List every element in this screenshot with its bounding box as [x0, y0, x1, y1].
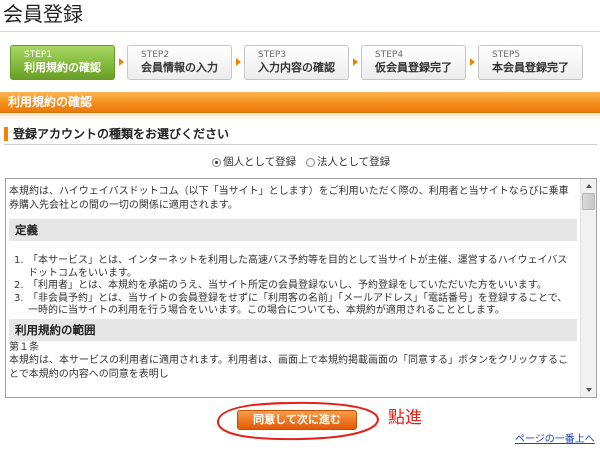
back-to-top-link[interactable]: ページの一番上へ [515, 433, 595, 446]
step-label: 利用規約の確認 [24, 61, 101, 74]
list-item-number: 3. [14, 292, 24, 304]
step-number: STEP2 [141, 50, 170, 60]
list-item: 2. 「利用者」とは、本規約を承諾のうえ、当サイト所定の会員登録ないし、予約登録… [9, 280, 577, 293]
terms-scroll-box[interactable]: 本規約は、ハイウェイバスドットコム（以下「当サイト」とします）をご利用いただく際… [5, 178, 597, 398]
definitions-list: 1. 「本サービス」とは、インターネットを利用した高速バス予約等を目的として当サ… [9, 255, 577, 318]
step-arrow-icon [236, 58, 241, 66]
radio-corporate[interactable]: 法人として登録 [306, 155, 390, 169]
step-number: STEP3 [258, 50, 287, 60]
step-arrow-icon [470, 58, 475, 66]
scroll-up-arrow-icon [585, 184, 592, 188]
annotation-text: 點進 [388, 408, 422, 428]
agree-and-next-button[interactable]: 同意して次に進む [237, 410, 357, 430]
step-number: STEP1 [24, 50, 53, 60]
step-number: STEP5 [492, 50, 521, 60]
page-title: 会員登録 [3, 2, 83, 26]
list-item-number: 2. [14, 280, 24, 291]
scroll-up-button[interactable] [581, 179, 596, 193]
title-divider [0, 31, 600, 32]
step-arrow-icon [353, 58, 358, 66]
account-type-heading: 登録アカウントの種類をお選びください [4, 126, 597, 145]
step-1: STEP1 利用規約の確認 [10, 45, 115, 80]
scroll-down-button[interactable] [581, 383, 596, 397]
definitions-heading: 定義 [9, 219, 577, 241]
radio-corporate-label[interactable]: 法人として登録 [317, 155, 390, 169]
list-item-text: 「本サービス」とは、インターネットを利用した高速バス予約等を目的として当サイトが… [28, 255, 568, 279]
step-number: STEP4 [375, 50, 404, 60]
list-item-number: 1. [14, 255, 24, 266]
step-3: STEP3 入力内容の確認 [244, 45, 349, 80]
list-item: 1. 「本サービス」とは、インターネットを利用した高速バス予約等を目的として当サ… [9, 255, 577, 280]
radio-individual[interactable]: 個人として登録 [212, 155, 296, 169]
section-header-bar: 利用規約の確認 [0, 92, 600, 113]
section-bar-shadow [0, 113, 600, 121]
radio-individual-label[interactable]: 個人として登録 [223, 155, 296, 169]
step-indicator: STEP1 利用規約の確認 STEP2 会員情報の入力 STEP3 入力内容の確… [10, 45, 585, 80]
scope-text: 本規約は、本サービスの利用者に適用されます。利用者は、画面上で本規約掲載画面の「… [9, 354, 568, 380]
radio-button-icon[interactable] [212, 157, 221, 167]
step-label: 入力内容の確認 [258, 61, 335, 74]
section-header-title: 利用規約の確認 [8, 95, 93, 109]
radio-button-icon[interactable] [306, 157, 315, 167]
step-2: STEP2 会員情報の入力 [127, 45, 232, 80]
account-type-heading-text: 登録アカウントの種類をお選びください [13, 127, 230, 141]
step-label: 本会員登録完了 [492, 61, 569, 74]
step-label: 仮会員登録完了 [375, 61, 452, 74]
list-item: 3. 「非会員予約」とは、当サイトの会員登録をせずに「利用客の名前」「メールアド… [9, 293, 577, 318]
heading-marker-icon [4, 127, 8, 141]
scrollbar-thumb[interactable] [582, 193, 595, 210]
step-5: STEP5 本会員登録完了 [478, 45, 583, 80]
list-item-text: 「利用者」とは、本規約を承諾のうえ、当サイト所定の会員登録ないし、予約登録をして… [28, 280, 547, 291]
step-4: STEP4 仮会員登録完了 [361, 45, 466, 80]
scope-heading: 利用規約の範囲 [9, 318, 577, 341]
article-number: 第１条 [9, 341, 39, 353]
step-label: 会員情報の入力 [141, 61, 218, 74]
scroll-down-arrow-icon [585, 388, 592, 392]
terms-intro: 本規約は、ハイウェイバスドットコム（以下「当サイト」とします）をご利用いただく際… [9, 186, 569, 211]
terms-content: 本規約は、ハイウェイバスドットコム（以下「当サイト」とします）をご利用いただく際… [6, 179, 580, 382]
list-item-text: 「非会員予約」とは、当サイトの会員登録をせずに「利用客の名前」「メールアドレス」… [28, 292, 568, 317]
vertical-scrollbar[interactable] [580, 179, 596, 397]
step-arrow-icon [119, 58, 124, 66]
